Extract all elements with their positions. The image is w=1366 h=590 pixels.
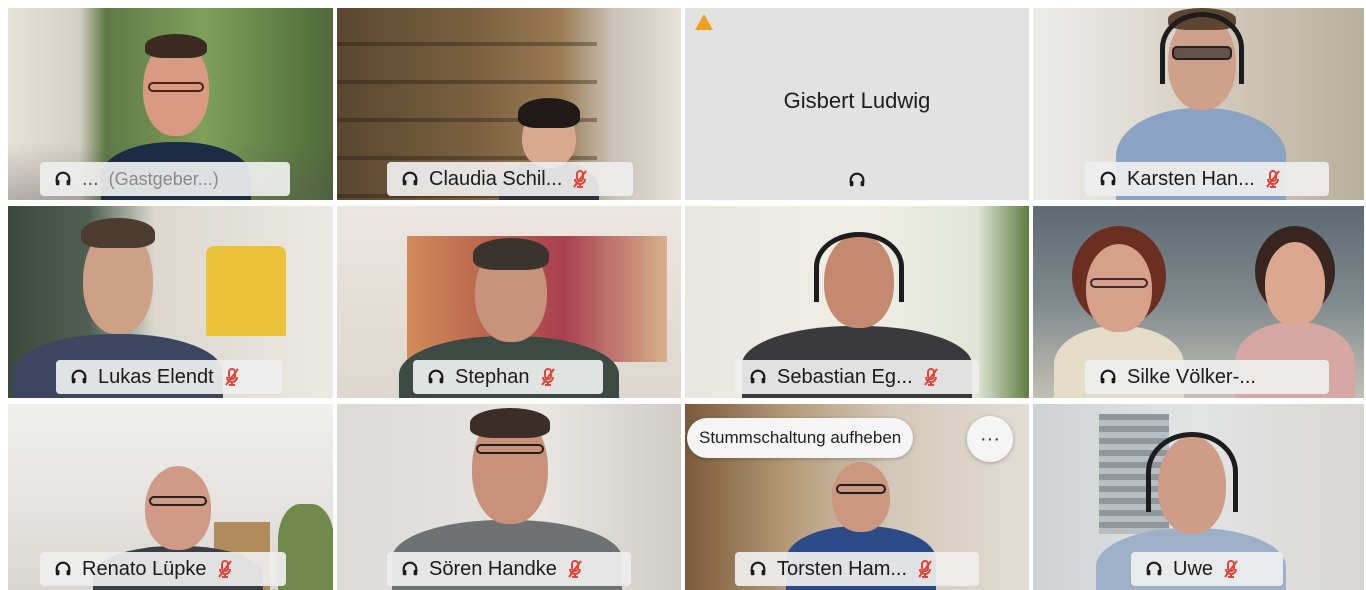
participant-label: Stephan: [413, 360, 603, 394]
participant-label: Uwe: [1131, 552, 1283, 586]
video-tile-host[interactable]: ... (Gastgeber...): [8, 8, 333, 200]
video-tile-gisbert[interactable]: Gisbert Ludwig: [685, 8, 1029, 200]
participant-label: Lukas Elendt: [56, 360, 282, 394]
mic-muted-icon: [923, 367, 939, 387]
headset-icon: [848, 171, 866, 189]
mic-muted-icon: [572, 169, 588, 189]
participant-label: Claudia Schil...: [387, 162, 633, 196]
participant-name: (Gastgeber...): [108, 168, 219, 189]
mic-muted-icon: [567, 559, 583, 579]
warning-icon: [695, 14, 713, 30]
headset-icon: [70, 368, 88, 386]
mic-muted-icon: [540, 367, 556, 387]
video-tile-sebastian[interactable]: Sebastian Eg...: [685, 206, 1029, 398]
mic-muted-icon: [1223, 559, 1239, 579]
video-tile-uwe[interactable]: Uwe: [1033, 404, 1364, 590]
participant-name: Sören Handke: [429, 557, 557, 580]
headset-icon: [1099, 170, 1117, 188]
plant-decoration: [278, 504, 333, 590]
participant-name: Renato Lüpke: [82, 557, 207, 580]
headset-icon: [54, 560, 72, 578]
participant-name: Silke Völker-...: [1127, 365, 1256, 388]
video-grid: ... (Gastgeber...) Claudia Schil... Gisb…: [8, 8, 1364, 590]
participant-label: Sebastian Eg...: [735, 360, 979, 394]
participant-label: Torsten Ham...: [735, 552, 979, 586]
participant-label: Silke Völker-...: [1085, 360, 1329, 394]
video-tile-torsten[interactable]: Stummschaltung aufheben ··· Torsten Ham.…: [685, 404, 1029, 590]
headset-icon: [1145, 560, 1163, 578]
mic-muted-icon: [917, 559, 933, 579]
mic-muted-icon: [217, 559, 233, 579]
headset-icon: [1099, 368, 1117, 386]
headset-icon: [749, 560, 767, 578]
video-tile-renato[interactable]: Renato Lüpke: [8, 404, 333, 590]
headset-icon: [749, 368, 767, 386]
video-tile-karsten[interactable]: Karsten Han...: [1033, 8, 1364, 200]
participant-name: Karsten Han...: [1127, 167, 1255, 190]
video-tile-soeren[interactable]: Sören Handke: [337, 404, 681, 590]
participant-name: Gisbert Ludwig: [783, 88, 931, 113]
video-tile-claudia[interactable]: Claudia Schil...: [337, 8, 681, 200]
participant-name: Uwe: [1173, 557, 1214, 580]
participant-label: Sören Handke: [387, 552, 631, 586]
participant-label: ... (Gastgeber...): [40, 162, 290, 196]
participant-label: Karsten Han...: [1085, 162, 1329, 196]
ellipsis-icon: ···: [980, 427, 1000, 450]
unmute-participant-button[interactable]: Stummschaltung aufheben: [687, 418, 914, 458]
video-tile-stephan[interactable]: Stephan: [337, 206, 681, 398]
participant-name: Stephan: [455, 365, 530, 388]
participant-name: Claudia Schil...: [429, 167, 563, 190]
headset-icon: [401, 560, 419, 578]
headset-icon: [401, 170, 419, 188]
participant-name: Sebastian Eg...: [777, 365, 913, 388]
mic-muted-icon: [1265, 169, 1281, 189]
headset-icon: [54, 170, 72, 188]
more-options-button[interactable]: ···: [967, 416, 1013, 462]
mic-muted-icon: [224, 367, 240, 387]
participant-name: Torsten Ham...: [777, 557, 908, 580]
headset-icon: [427, 368, 445, 386]
participant-name-prefix: ...: [82, 167, 99, 190]
participant-name: Lukas Elendt: [98, 365, 214, 388]
video-tile-silke[interactable]: Silke Völker-...: [1033, 206, 1364, 398]
participant-label: Renato Lüpke: [40, 552, 286, 586]
video-tile-lukas[interactable]: Lukas Elendt: [8, 206, 333, 398]
